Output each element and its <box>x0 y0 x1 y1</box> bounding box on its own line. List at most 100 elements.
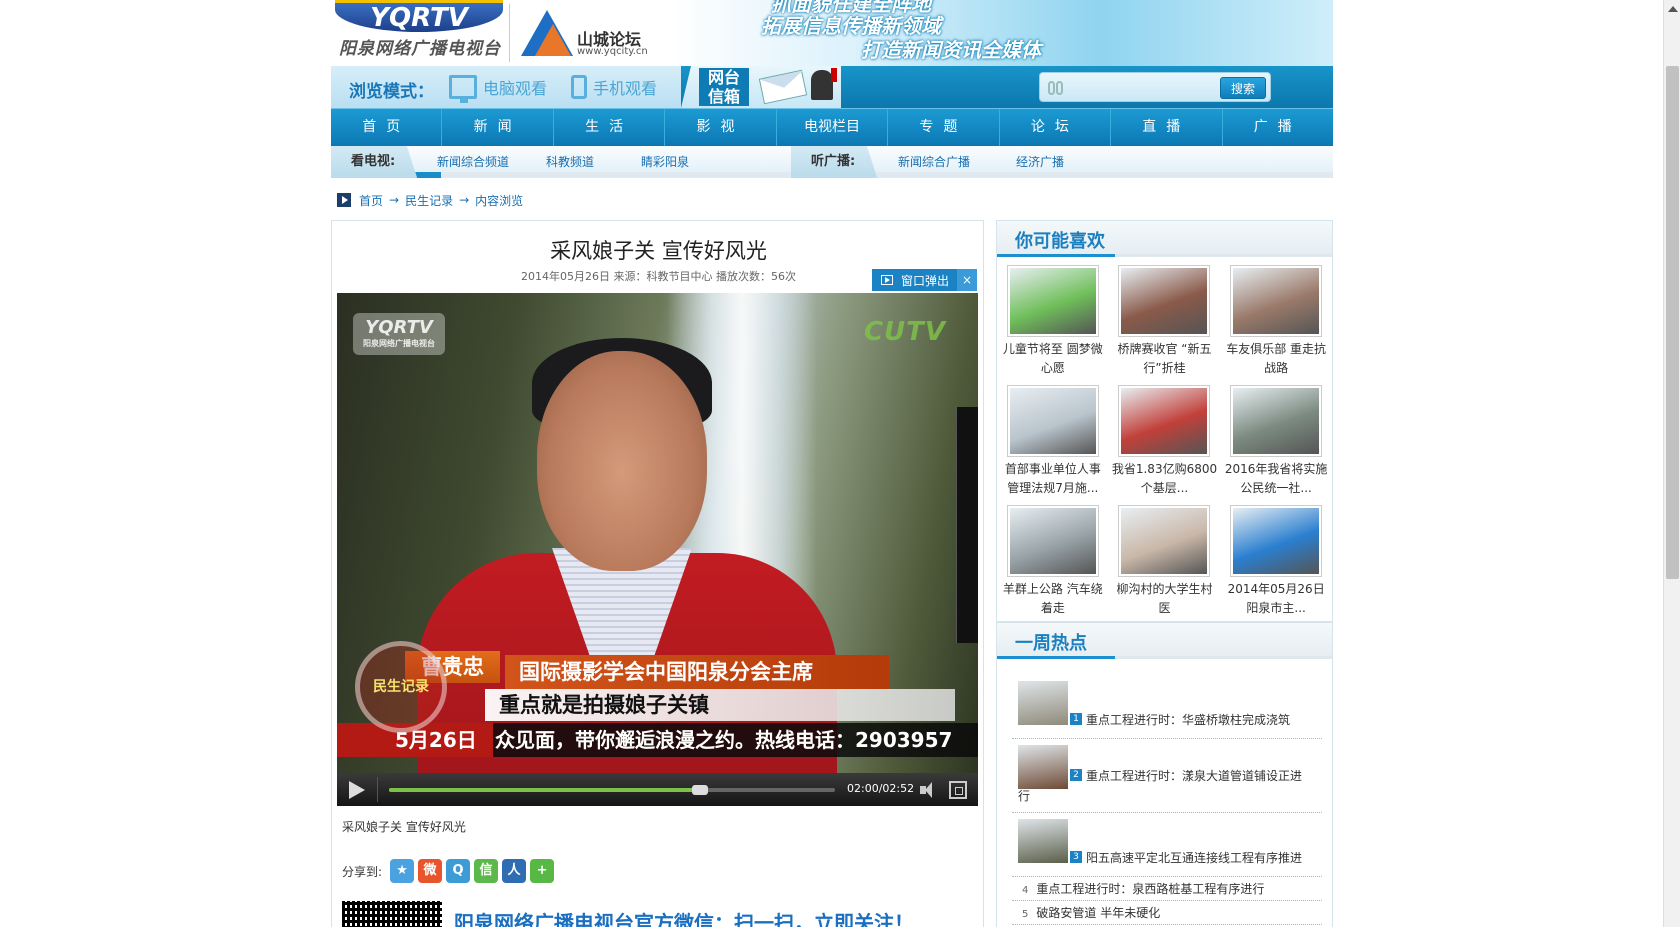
recommend-thumbnail[interactable] <box>1006 385 1099 457</box>
hot-item-thumbnail[interactable] <box>1018 681 1068 725</box>
recommend-item-title[interactable]: 车友俱乐部 重走抗战路 <box>1220 340 1332 378</box>
favorite-icon[interactable]: ★ <box>390 859 415 883</box>
recommend-item[interactable]: 儿童节将至 圆梦微心愿 <box>997 261 1109 381</box>
recommend-item-title[interactable]: 2016年我省将实施公民统一社... <box>1220 460 1332 498</box>
player-side-panel[interactable] <box>956 407 978 643</box>
qq-space-icon[interactable]: Q <box>446 859 471 883</box>
hot-item-title[interactable]: 重点工程进行时：泉西路桩基工程有序进行 <box>1036 882 1264 896</box>
hot-item-rank: 3 <box>1070 851 1082 863</box>
recommend-item-title[interactable]: 柳沟村的大学生村医 <box>1109 580 1221 618</box>
recommend-item[interactable]: 2014年05月26日阳泉市主... <box>1220 501 1332 621</box>
play-icon[interactable] <box>349 781 365 799</box>
site-logo[interactable]: YQRTV 阳泉网络广播电视台 <box>331 0 507 66</box>
recommend-thumbnail[interactable] <box>1230 265 1323 337</box>
hot-item-thumbnail[interactable] <box>1018 745 1068 789</box>
recommend-thumbnail[interactable] <box>1230 505 1323 577</box>
recommend-item-title[interactable]: 首部事业单位人事管理法规7月施... <box>997 460 1109 498</box>
breadcrumb-home[interactable]: 首页 <box>359 192 383 209</box>
recommend-item-title[interactable]: 桥牌赛收官 “新五行”折桂 <box>1109 340 1221 378</box>
recommend-item[interactable]: 车友俱乐部 重走抗战路 <box>1220 261 1332 381</box>
search-button[interactable]: 搜索 <box>1220 77 1266 99</box>
weibo-icon[interactable]: 微 <box>418 859 443 883</box>
more-share-icon[interactable]: + <box>530 859 555 883</box>
nav-forum[interactable]: 论坛 <box>1000 109 1112 146</box>
recommend-thumbnail[interactable] <box>1006 505 1099 577</box>
radio-link-news[interactable]: 新闻综合广播 <box>898 146 970 178</box>
recommend-item-title[interactable]: 儿童节将至 圆梦微心愿 <box>997 340 1109 378</box>
recommend-item[interactable]: 柳沟村的大学生村医 <box>1109 501 1221 621</box>
radio-link-economy[interactable]: 经济广播 <box>1016 146 1064 178</box>
envelope-icon <box>758 69 808 105</box>
breadcrumb-play-icon <box>337 193 351 207</box>
search-box: 搜索 <box>1039 72 1271 102</box>
search-input[interactable] <box>1072 77 1212 97</box>
main-nav: 首页 新闻 生活 影视 电视栏目 专题 论坛 直播 广播 <box>331 108 1333 146</box>
hot-item[interactable]: 2 重点工程进行时：漾泉大道管道铺设正进行 <box>1012 739 1322 813</box>
recommend-underline <box>997 254 1115 257</box>
hot-item-title[interactable]: 重点工程进行时：华盛桥墩柱完成浇筑 <box>1086 711 1290 728</box>
page-wrapper: YQRTV 阳泉网络广播电视台 山城论坛 www.yqcity.cn 抓面貌任建… <box>331 0 1333 927</box>
nav-life[interactable]: 生活 <box>554 109 666 146</box>
nav-radio[interactable]: 广播 <box>1223 109 1333 146</box>
recommend-item-title[interactable]: 2014年05月26日阳泉市主... <box>1220 580 1332 618</box>
hot-item[interactable]: 5 破路安管道 半年未硬化 <box>1012 901 1322 925</box>
nav-news[interactable]: 新闻 <box>442 109 554 146</box>
nav-topics[interactable]: 专题 <box>888 109 1000 146</box>
recommend-item[interactable]: 羊群上公路 汽车绕着走 <box>997 501 1109 621</box>
hot-item-title[interactable]: 破路安管道 半年未硬化 <box>1036 906 1160 920</box>
hot-item[interactable]: 3 阳五高速平定北互通连接线工程有序推进 <box>1012 813 1322 877</box>
page-scrollbar[interactable] <box>1663 0 1680 927</box>
mailbox-link[interactable]: 网台信箱 <box>681 66 841 108</box>
nav-tv-columns[interactable]: 电视栏目 <box>777 109 889 146</box>
tv-link-jingcai[interactable]: 睛彩阳泉 <box>641 146 689 178</box>
recommend-thumbnail[interactable] <box>1006 265 1099 337</box>
recommend-item-title[interactable]: 羊群上公路 汽车绕着走 <box>997 580 1109 618</box>
fullscreen-icon[interactable] <box>949 781 967 799</box>
hot-underline <box>997 656 1115 659</box>
scroll-up-icon[interactable] <box>1668 6 1678 12</box>
browse-mode-panel: 浏览模式： 电脑观看 手机观看 <box>331 66 681 108</box>
hot-item[interactable]: 1 重点工程进行时：华盛桥墩柱完成浇筑 <box>1012 675 1322 739</box>
tv-link-news[interactable]: 新闻综合频道 <box>437 146 509 178</box>
hot-item-title[interactable]: 重点工程进行时：漾泉大道管道铺设正进 <box>1086 767 1302 784</box>
recommend-item[interactable]: 首部事业单位人事管理法规7月施... <box>997 381 1109 501</box>
video-frame: YQRTV 阳泉网络广播电视台 CUTV 曹贵忠 国际摄影学会中国阳泉分会主席 … <box>337 293 978 783</box>
recommend-item[interactable]: 桥牌赛收官 “新五行”折桂 <box>1109 261 1221 381</box>
breadcrumb-category[interactable]: 民生记录 <box>405 192 453 209</box>
recommend-thumbnail[interactable] <box>1118 265 1211 337</box>
recommend-thumbnail[interactable] <box>1118 505 1211 577</box>
cutv-watermark: CUTV <box>863 317 946 347</box>
popout-button[interactable]: 窗口弹出 × <box>872 269 977 291</box>
scroll-thumb[interactable] <box>1666 66 1679 579</box>
pc-view-button[interactable]: 电脑观看 <box>449 75 547 103</box>
station-watermark: YQRTV 阳泉网络广播电视台 <box>353 313 445 355</box>
forum-logo[interactable]: 山城论坛 www.yqcity.cn <box>521 10 661 60</box>
tv-link-science[interactable]: 科教频道 <box>546 146 594 178</box>
hot-item-thumbnail[interactable] <box>1018 819 1068 863</box>
wechat-icon[interactable]: 信 <box>474 859 499 883</box>
hot-item-title-continued[interactable]: 行 <box>1018 787 1030 804</box>
recommend-thumbnail-image <box>1009 268 1096 334</box>
nav-live[interactable]: 直播 <box>1111 109 1223 146</box>
video-player[interactable]: YQRTV 阳泉网络广播电视台 CUTV 曹贵忠 国际摄影学会中国阳泉分会主席 … <box>337 293 978 806</box>
recommend-thumbnail[interactable] <box>1118 385 1211 457</box>
progress-handle[interactable] <box>692 785 709 795</box>
recommend-item-title[interactable]: 我省1.83亿购6800个基层... <box>1109 460 1221 498</box>
renren-icon[interactable]: 人 <box>502 859 527 883</box>
recommend-thumbnail[interactable] <box>1230 385 1323 457</box>
mobile-view-button[interactable]: 手机观看 <box>571 75 657 99</box>
nav-home[interactable]: 首页 <box>331 109 443 146</box>
hot-item[interactable]: 4 重点工程进行时：泉西路桩基工程有序进行 <box>1012 877 1322 901</box>
hot-title: 一周热点 <box>1015 633 1087 654</box>
recommend-title: 你可能喜欢 <box>1015 231 1105 252</box>
volume-icon[interactable] <box>920 782 940 798</box>
breadcrumb: 首页 → 民生记录 → 内容浏览 <box>331 190 523 210</box>
hot-item-title[interactable]: 阳五高速平定北互通连接线工程有序推进 <box>1086 849 1302 866</box>
progress-bar[interactable] <box>389 785 835 795</box>
recommend-item[interactable]: 我省1.83亿购6800个基层... <box>1109 381 1221 501</box>
recommend-item[interactable]: 2016年我省将实施公民统一社... <box>1220 381 1332 501</box>
hot-header: 一周热点 <box>997 623 1332 659</box>
close-icon[interactable]: × <box>957 269 977 291</box>
video-person-head <box>537 351 707 571</box>
nav-film[interactable]: 影视 <box>665 109 777 146</box>
